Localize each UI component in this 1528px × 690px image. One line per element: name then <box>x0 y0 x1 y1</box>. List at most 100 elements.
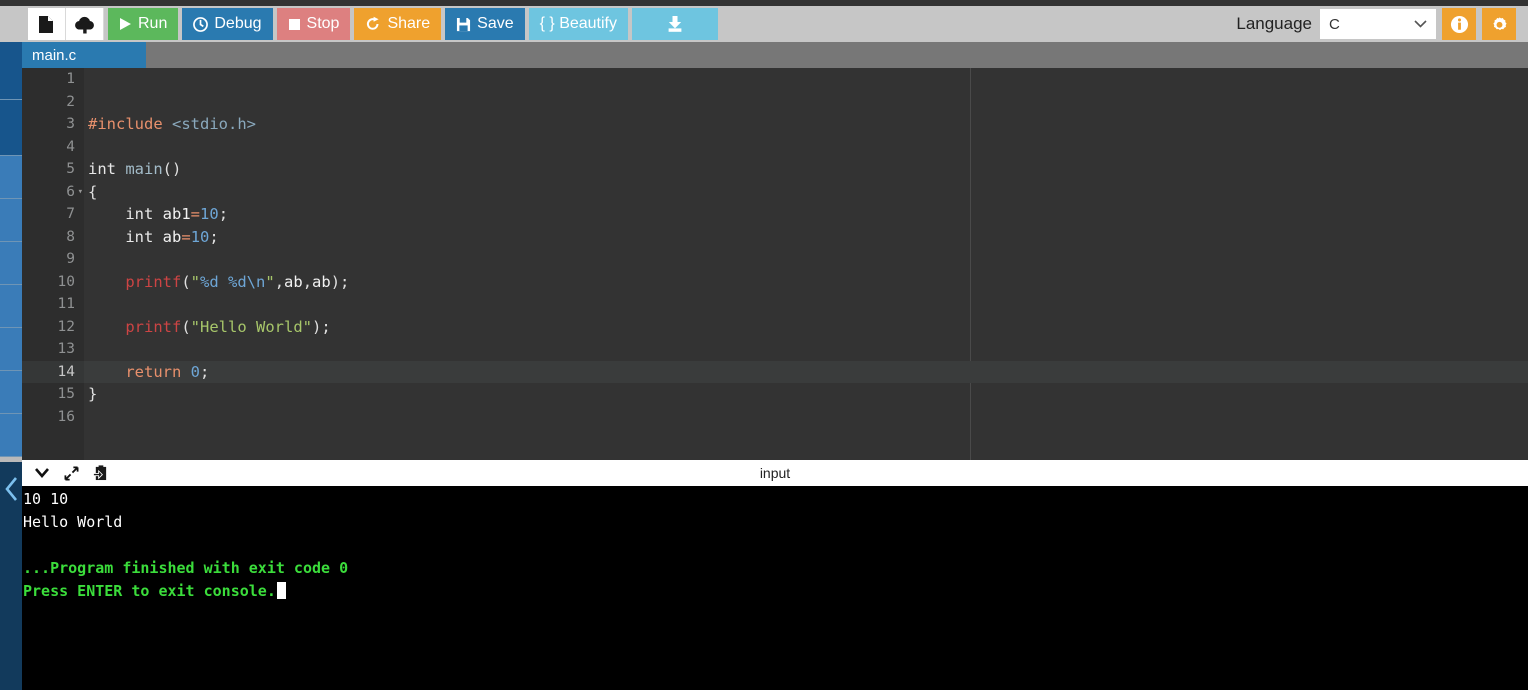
code-line-text: return 0; <box>84 363 209 381</box>
toolbar-right-group: Language C <box>1236 8 1516 40</box>
code-token: () <box>162 160 182 179</box>
line-number: 10 <box>22 270 84 293</box>
code-token: " <box>265 272 275 291</box>
code-token: ab1 <box>162 205 191 224</box>
code-line[interactable]: 9 <box>22 248 1528 271</box>
share-button[interactable]: Share <box>354 8 442 40</box>
upload-icon <box>74 16 94 33</box>
language-select-value: C <box>1329 15 1340 33</box>
code-token: <stdio.h> <box>172 115 256 134</box>
sidebar-segment-0[interactable] <box>0 42 22 100</box>
code-line[interactable]: 15} <box>22 383 1528 406</box>
code-token: ; <box>200 362 210 381</box>
debug-button[interactable]: Debug <box>182 8 273 40</box>
code-token: int <box>125 227 154 246</box>
sidebar-segment-1[interactable] <box>0 100 22 156</box>
settings-button[interactable] <box>1482 8 1516 40</box>
language-select[interactable]: C <box>1320 9 1436 39</box>
ide-app: Run Debug Stop Share Save {} Beautify L… <box>0 0 1528 690</box>
sidebar-segment-4[interactable] <box>0 242 22 285</box>
line-number: 9 <box>22 248 84 271</box>
code-token: 0 <box>190 362 201 381</box>
line-number: 14 <box>22 360 84 383</box>
code-token: return <box>125 362 182 381</box>
sidebar-segment-list <box>0 42 22 498</box>
debug-clock-icon <box>193 16 209 32</box>
line-number: 15 <box>22 383 84 406</box>
code-line[interactable]: 6 ▾{ <box>22 180 1528 203</box>
code-token: #include <box>88 115 163 134</box>
code-line[interactable]: 13 <box>22 338 1528 361</box>
expand-arrows-icon <box>64 466 79 480</box>
stop-button[interactable]: Stop <box>276 8 351 40</box>
sidebar-segment-6[interactable] <box>0 328 22 371</box>
line-number: 4 <box>22 135 84 158</box>
code-line[interactable]: 5 int main() <box>22 158 1528 181</box>
main-toolbar: Run Debug Stop Share Save {} Beautify L… <box>0 6 1528 42</box>
console-paste-button[interactable] <box>93 465 108 481</box>
console-output[interactable]: 10 10 Hello World ...Program finished wit… <box>22 486 1528 690</box>
upload-button[interactable] <box>66 8 104 40</box>
code-line[interactable]: 2 <box>22 90 1528 113</box>
download-icon <box>668 16 682 32</box>
console-line: 10 10 <box>23 490 69 508</box>
info-button[interactable] <box>1442 8 1476 40</box>
tab-main-c[interactable]: main.c <box>22 42 146 68</box>
console-line: Press ENTER to exit console. <box>22 580 1528 603</box>
code-line[interactable]: 3 #include <stdio.h> <box>22 113 1528 136</box>
code-line[interactable]: 14 return 0; <box>22 360 1528 383</box>
code-line-text: } <box>84 385 97 403</box>
download-button[interactable] <box>632 8 718 40</box>
console-title: input <box>759 465 791 481</box>
new-file-button[interactable] <box>28 8 66 40</box>
sidebar-segment-5[interactable] <box>0 285 22 328</box>
code-line[interactable]: 1 <box>22 68 1528 91</box>
editor-empty-text <box>84 428 1528 451</box>
editor-empty-text <box>84 451 1528 461</box>
console-expand-button[interactable] <box>64 466 79 481</box>
code-line[interactable]: 7 int ab1=10; <box>22 203 1528 226</box>
beautify-button[interactable]: { } Beautify <box>528 8 628 40</box>
code-line[interactable]: 4 <box>22 135 1528 158</box>
console-collapse-button[interactable] <box>34 467 50 479</box>
code-line[interactable]: 12 printf("Hello World"); <box>22 315 1528 338</box>
sidebar-segment-2[interactable] <box>0 156 22 199</box>
code-line-list: 1 2 3 #include <stdio.h> 4 5 int main() 6 ▾{7 in… <box>22 68 1528 460</box>
code-line[interactable]: 16 <box>22 405 1528 428</box>
code-token: ); <box>312 317 331 336</box>
code-line-text: printf("Hello World"); <box>84 317 331 336</box>
code-line[interactable]: 8 int ab=10; <box>22 225 1528 248</box>
code-line-text: #include <stdio.h> <box>84 115 256 133</box>
code-fold-icon[interactable]: ▾ <box>78 187 83 197</box>
line-number: 7 <box>22 203 84 226</box>
run-button-label: Run <box>138 15 168 32</box>
stop-button-label: Stop <box>306 15 340 32</box>
code-token: main <box>125 160 163 179</box>
sidebar-segment-8[interactable] <box>0 414 22 457</box>
code-token: int <box>125 205 154 224</box>
sidebar-collapse-button[interactable] <box>0 462 22 690</box>
sidebar-segment-7[interactable] <box>0 371 22 414</box>
code-editor[interactable]: 1 2 3 #include <stdio.h> 4 5 int main() 6 ▾{7 in… <box>22 68 1528 460</box>
line-number: 2 <box>22 90 84 113</box>
run-button[interactable]: Run <box>108 8 179 40</box>
code-line[interactable]: 11 <box>22 293 1528 316</box>
editor-filler-row <box>22 428 1528 451</box>
code-line[interactable]: 10 printf("%d %d\n",ab,ab); <box>22 270 1528 293</box>
chevron-down-icon <box>1414 20 1427 28</box>
code-token: ab <box>284 272 303 291</box>
sidebar-segment-3[interactable] <box>0 199 22 242</box>
code-token: = <box>190 205 201 224</box>
line-number-empty <box>22 450 84 460</box>
save-button[interactable]: Save <box>445 8 525 40</box>
beautify-button-label: { } Beautify <box>539 15 617 32</box>
gear-icon <box>1492 16 1507 30</box>
